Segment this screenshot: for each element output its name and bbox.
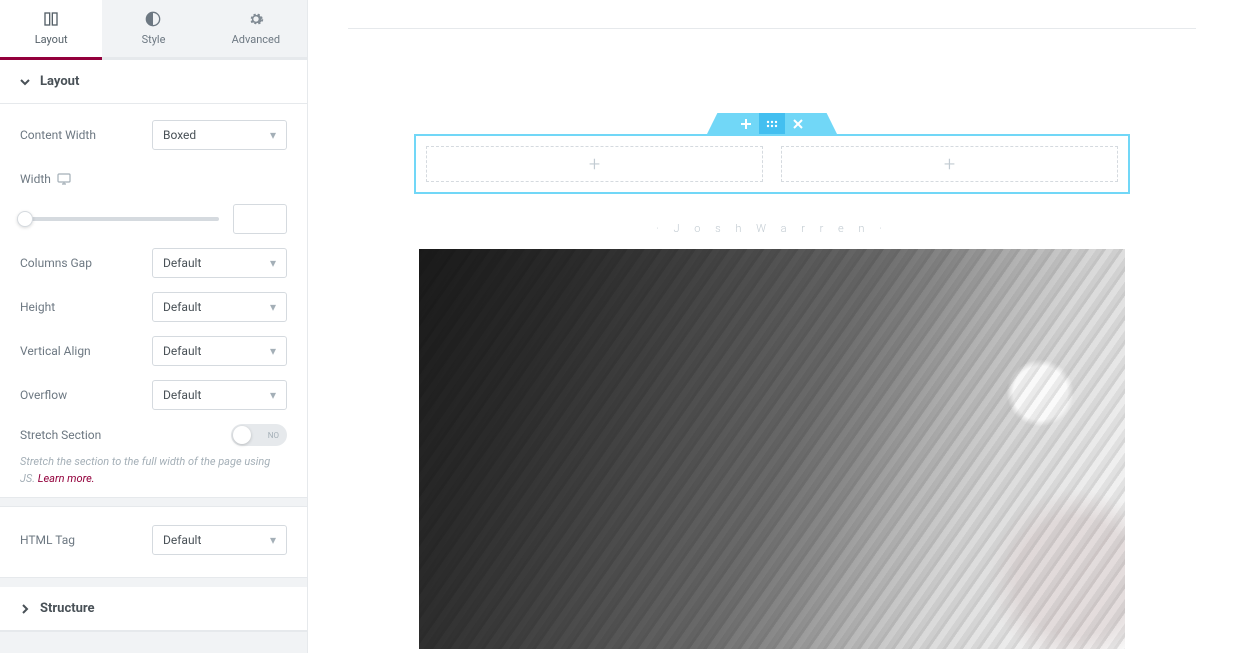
delete-section-button[interactable] xyxy=(785,113,811,134)
width-slider-thumb[interactable] xyxy=(17,211,33,227)
grip-icon xyxy=(766,119,778,129)
tab-style[interactable]: Style xyxy=(102,0,204,57)
html-tag-value: Default xyxy=(163,533,201,547)
plus-icon xyxy=(741,119,751,129)
chevron-down-icon: ▾ xyxy=(270,128,276,142)
layout-icon xyxy=(43,11,59,27)
width-label: Width xyxy=(20,172,71,186)
chevron-down-icon: ▾ xyxy=(270,533,276,547)
plus-icon: + xyxy=(589,152,600,176)
handle-wing-left xyxy=(707,113,733,134)
column-placeholder-2[interactable]: + xyxy=(781,146,1118,182)
spacer xyxy=(0,577,307,587)
section-columns: + + xyxy=(414,134,1130,194)
stretch-learn-more-link[interactable]: Learn more. xyxy=(38,472,95,485)
width-slider[interactable] xyxy=(20,217,219,221)
content-width-select[interactable]: Boxed ▾ xyxy=(152,120,287,150)
caret-right-icon xyxy=(20,604,30,614)
chevron-down-icon: ▾ xyxy=(270,388,276,402)
stretch-section-state: NO xyxy=(268,431,279,440)
handle-wing-right xyxy=(811,113,837,134)
plus-icon: + xyxy=(944,152,955,176)
editor-panel: Layout Style Advanced Layout Content Wid… xyxy=(0,0,308,653)
tab-style-label: Style xyxy=(142,33,166,46)
height-select[interactable]: Default ▾ xyxy=(152,292,287,322)
section-structure-header[interactable]: Structure xyxy=(0,587,307,631)
html-tag-label: HTML Tag xyxy=(20,533,75,547)
stretch-section-label: Stretch Section xyxy=(20,428,101,442)
gear-icon xyxy=(248,11,264,27)
section-handle xyxy=(707,113,837,134)
selected-section[interactable]: + + xyxy=(414,134,1130,194)
tab-advanced-label: Advanced xyxy=(232,33,280,46)
overflow-select[interactable]: Default ▾ xyxy=(152,380,287,410)
content-width-value: Boxed xyxy=(163,128,196,142)
section-layout-header[interactable]: Layout xyxy=(0,60,307,104)
preview-canvas: + + · J o s h W a r r e n · xyxy=(308,0,1236,653)
hero-image xyxy=(419,249,1125,649)
desktop-icon[interactable] xyxy=(57,173,71,185)
edit-section-button[interactable] xyxy=(759,113,785,134)
columns-gap-value: Default xyxy=(163,256,201,270)
panel-footer-space xyxy=(0,631,307,653)
chevron-down-icon: ▾ xyxy=(270,300,276,314)
tab-layout[interactable]: Layout xyxy=(0,0,102,57)
divider xyxy=(0,497,307,507)
chevron-down-icon: ▾ xyxy=(270,256,276,270)
vertical-align-select[interactable]: Default ▾ xyxy=(152,336,287,366)
tab-layout-label: Layout xyxy=(35,33,68,46)
columns-gap-label: Columns Gap xyxy=(20,256,92,270)
columns-gap-select[interactable]: Default ▾ xyxy=(152,248,287,278)
style-icon xyxy=(145,11,161,27)
figure-caption: · J o s h W a r r e n · xyxy=(348,222,1196,235)
height-value: Default xyxy=(163,300,201,314)
overflow-value: Default xyxy=(163,388,201,402)
stretch-section-toggle[interactable]: NO xyxy=(231,424,287,446)
vertical-align-label: Vertical Align xyxy=(20,344,91,358)
close-icon xyxy=(793,119,803,129)
canvas-top-divider xyxy=(348,28,1196,29)
section-structure-title: Structure xyxy=(40,601,95,616)
vertical-align-value: Default xyxy=(163,344,201,358)
panel-tabs: Layout Style Advanced xyxy=(0,0,307,60)
tab-advanced[interactable]: Advanced xyxy=(205,0,307,57)
section-layout-title: Layout xyxy=(40,74,79,89)
section-layout-body: Content Width Boxed ▾ Width Colum xyxy=(0,104,307,577)
height-label: Height xyxy=(20,300,55,314)
chevron-down-icon: ▾ xyxy=(270,344,276,358)
add-section-button[interactable] xyxy=(733,113,759,134)
overflow-label: Overflow xyxy=(20,388,67,402)
html-tag-select[interactable]: Default ▾ xyxy=(152,525,287,555)
column-placeholder-1[interactable]: + xyxy=(426,146,763,182)
stretch-help-text: Stretch the section to the full width of… xyxy=(20,454,287,487)
content-width-label: Content Width xyxy=(20,128,96,142)
width-input[interactable] xyxy=(233,204,287,234)
caret-down-icon xyxy=(20,77,30,87)
